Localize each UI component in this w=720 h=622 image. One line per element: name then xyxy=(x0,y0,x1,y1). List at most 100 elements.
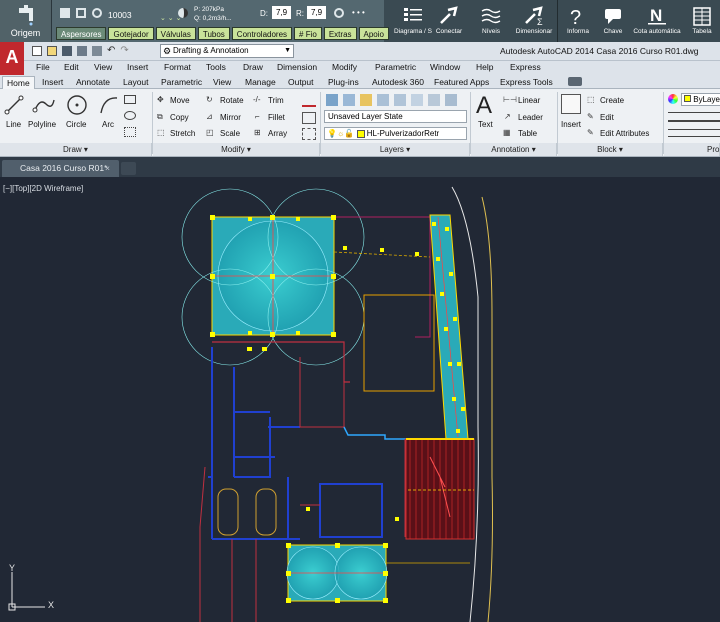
properties-panel-title[interactable]: Pro xyxy=(664,143,720,156)
document-tab[interactable]: Casa 2016 Curso R01* × xyxy=(2,160,119,177)
tag-fio[interactable]: # Fio xyxy=(294,27,322,40)
redo-icon[interactable]: ↷ xyxy=(120,46,128,56)
fillet-button[interactable]: Fillet xyxy=(268,113,285,122)
layer-off-icon[interactable] xyxy=(411,94,423,106)
layer-unisolate-icon[interactable] xyxy=(445,94,457,106)
tab-express-tools[interactable]: Express Tools xyxy=(496,76,557,89)
menu-parametric[interactable]: Parametric xyxy=(375,62,416,72)
layer-properties-icon[interactable] xyxy=(326,94,338,106)
target-icon[interactable] xyxy=(334,8,344,18)
line-button[interactable]: Line xyxy=(6,120,21,129)
layer-match-icon[interactable] xyxy=(343,94,355,106)
block-panel-title[interactable]: Block ▾ xyxy=(558,143,663,156)
array-button[interactable]: Array xyxy=(268,129,287,138)
lock-icon[interactable] xyxy=(92,8,102,18)
tab-annotate[interactable]: Annotate xyxy=(72,76,114,89)
d-field[interactable]: 7,9 xyxy=(272,6,291,19)
tab-view[interactable]: View xyxy=(209,76,235,89)
saveas-icon[interactable] xyxy=(77,46,87,56)
open-icon[interactable] xyxy=(47,46,57,56)
tag-valvulas[interactable]: Válvulas xyxy=(155,27,196,40)
moon-icon[interactable] xyxy=(178,8,188,18)
leader-button[interactable]: Leader xyxy=(518,113,543,122)
offset-icon[interactable] xyxy=(302,128,316,140)
tab-plugins[interactable]: Plug-ins xyxy=(324,76,363,89)
layer-previous-icon[interactable] xyxy=(360,94,372,106)
application-menu-button[interactable]: A xyxy=(0,42,24,75)
menu-edit[interactable]: Edit xyxy=(64,62,79,72)
cota-automatica-button[interactable]: N Cota automática xyxy=(630,0,684,42)
edit-button[interactable]: Edit xyxy=(600,113,614,122)
text-button[interactable]: Text xyxy=(478,120,493,129)
create-button[interactable]: Create xyxy=(600,96,624,105)
layer-lock-icon[interactable] xyxy=(428,94,440,106)
menu-express[interactable]: Express xyxy=(510,62,541,72)
tab-home[interactable]: Home xyxy=(2,76,35,89)
tabela-button[interactable]: Tabela xyxy=(684,0,720,42)
plot-icon[interactable] xyxy=(92,46,102,56)
menu-modify[interactable]: Modify xyxy=(332,62,357,72)
menu-draw[interactable]: Draw xyxy=(243,62,263,72)
annotation-panel-title[interactable]: Annotation ▾ xyxy=(471,143,557,156)
rectangle-icon[interactable] xyxy=(124,95,136,104)
dimensionar-button[interactable]: Σ Dimensionar xyxy=(505,0,563,42)
circle-button[interactable]: Circle xyxy=(66,120,86,129)
tab-parametric[interactable]: Parametric xyxy=(157,76,206,89)
arc-button[interactable]: Arc xyxy=(102,120,114,129)
binoculars-icon[interactable] xyxy=(76,8,86,18)
linear-button[interactable]: Linear xyxy=(518,96,540,105)
linetype-dropdown[interactable] xyxy=(668,129,720,137)
rotate-button[interactable]: Rotate xyxy=(220,96,244,105)
workspace-dropdown[interactable]: ⚙ Drafting & Annotation ▼ xyxy=(160,44,294,58)
tab-output[interactable]: Output xyxy=(284,76,318,89)
floor-plan[interactable] xyxy=(0,177,720,622)
tag-controladores[interactable]: Controladores xyxy=(231,27,293,40)
undo-icon[interactable]: ↶ xyxy=(107,46,115,56)
color-dropdown[interactable]: ByLaye xyxy=(681,93,720,106)
save-icon[interactable] xyxy=(62,46,72,56)
explode-icon[interactable] xyxy=(302,112,316,124)
new-icon[interactable] xyxy=(32,46,42,56)
layers-panel-title[interactable]: Layers ▾ xyxy=(321,143,470,156)
insert-button[interactable]: Insert xyxy=(561,120,581,129)
new-tab-button[interactable] xyxy=(121,162,136,175)
layer-isolate-icon[interactable] xyxy=(377,94,389,106)
trim-button[interactable]: Trim xyxy=(268,96,284,105)
edit-attributes-button[interactable]: Edit Attributes xyxy=(600,129,649,138)
tab-layout[interactable]: Layout xyxy=(119,76,153,89)
menu-format[interactable]: Format xyxy=(164,62,191,72)
mirror-button[interactable]: Mirror xyxy=(220,113,241,122)
ribbon-toggle-icon[interactable] xyxy=(568,77,582,86)
informa-button[interactable]: ? Informa xyxy=(560,0,596,42)
move-button[interactable]: Move xyxy=(170,96,190,105)
menu-insert[interactable]: Insert xyxy=(127,62,148,72)
menu-tools[interactable]: Tools xyxy=(206,62,226,72)
menu-view[interactable]: View xyxy=(94,62,112,72)
chave-button[interactable]: Chave xyxy=(596,0,630,42)
tab-autodesk360[interactable]: Autodesk 360 xyxy=(368,76,428,89)
draw-panel-title[interactable]: Draw ▾ xyxy=(0,143,152,156)
layer-state-dropdown[interactable]: Unsaved Layer State xyxy=(324,110,467,123)
grid-icon[interactable] xyxy=(60,8,70,18)
layer-freeze-icon[interactable] xyxy=(394,94,406,106)
erase-icon[interactable] xyxy=(302,95,316,107)
tab-featured-apps[interactable]: Featured Apps xyxy=(430,76,493,89)
ellipsis-icon[interactable]: • • • xyxy=(352,8,365,17)
ellipse-icon[interactable] xyxy=(124,111,136,120)
copy-button[interactable]: Copy xyxy=(170,113,189,122)
r-field[interactable]: 7,9 xyxy=(307,6,326,19)
stretch-button[interactable]: Stretch xyxy=(170,129,195,138)
hatch-icon[interactable] xyxy=(124,127,136,137)
current-layer-dropdown[interactable]: 💡☼🔓 HL-PulverizadorRetr xyxy=(324,127,467,140)
menu-dimension[interactable]: Dimension xyxy=(277,62,317,72)
lineweight-dropdown[interactable] xyxy=(668,112,720,122)
polyline-button[interactable]: Polyline xyxy=(28,120,56,129)
menu-help[interactable]: Help xyxy=(476,62,493,72)
table-button[interactable]: Table xyxy=(518,129,537,138)
origem-button[interactable]: Origem xyxy=(0,0,52,42)
tag-gotejador[interactable]: Gotejador xyxy=(108,27,154,40)
close-icon[interactable]: × xyxy=(105,160,110,176)
scale-button[interactable]: Scale xyxy=(220,129,240,138)
tab-insert[interactable]: Insert xyxy=(38,76,67,89)
menu-window[interactable]: Window xyxy=(430,62,460,72)
